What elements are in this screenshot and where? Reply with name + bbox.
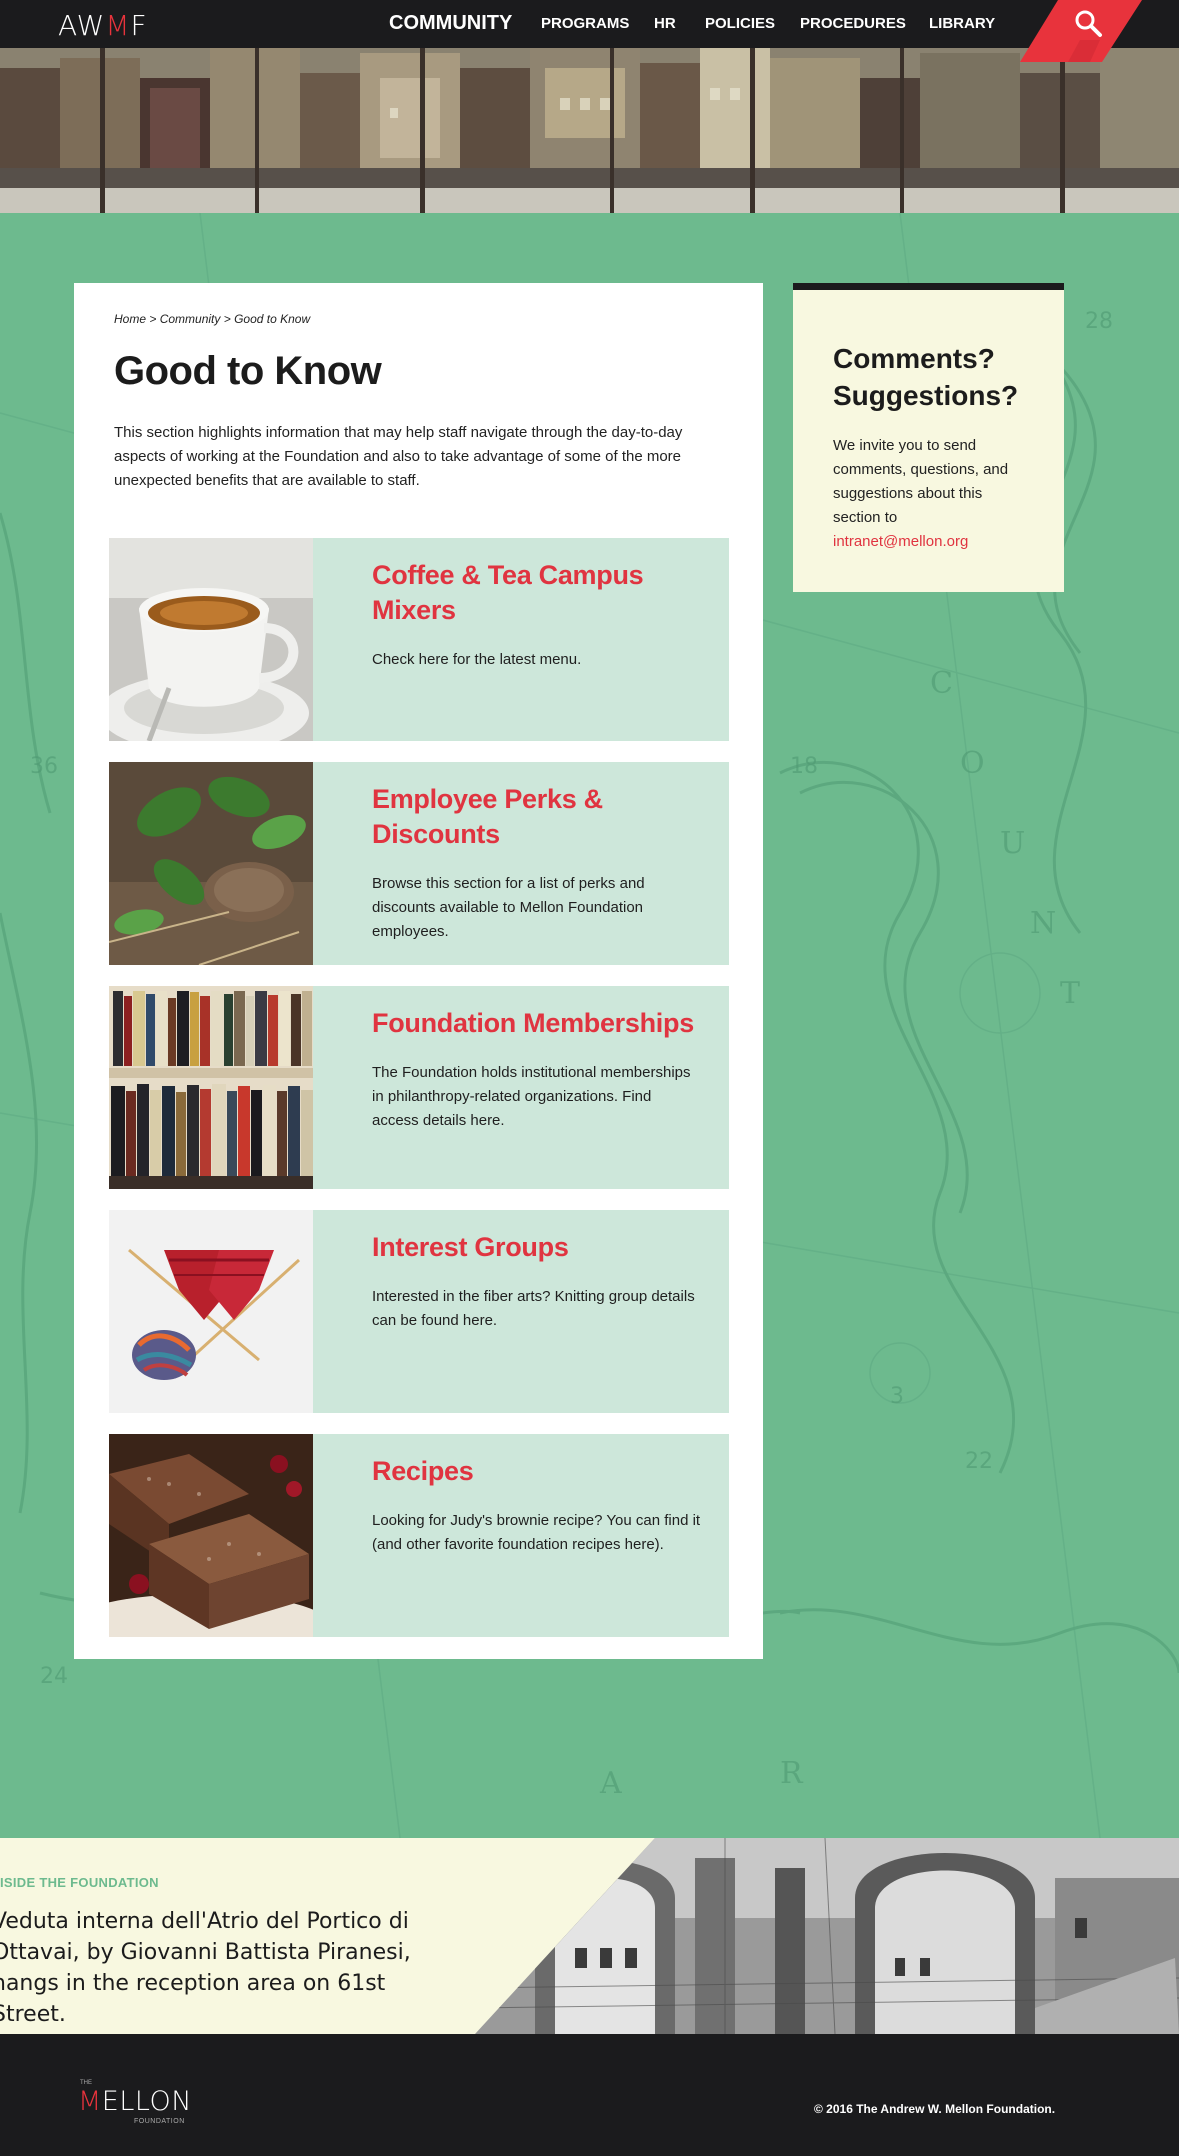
brownies-image [109,1434,313,1637]
item-title[interactable]: Foundation Memberships [372,1006,702,1041]
item-title[interactable]: Coffee & Tea Campus Mixers [372,558,702,628]
breadcrumb: Home > Community > Good to Know [114,312,310,326]
logo-sub: FOUNDATION [134,2118,185,2125]
sidebar-body: We invite you to send comments, question… [833,437,1009,526]
item-description: Browse this section for a list of perks … [372,875,645,940]
card-interest-groups[interactable]: Interest Groups Interested in the fiber … [109,1210,729,1413]
nav-policies[interactable]: POLICIES [705,0,775,48]
card-coffee-tea-mixers[interactable]: Coffee & Tea Campus Mixers Check here fo… [109,538,729,741]
search-button[interactable] [1020,0,1142,62]
footer: THE MELLON FOUNDATION © 2016 The Andrew … [0,2034,1179,2156]
mellon-foundation-logo[interactable]: THE MELLON FOUNDATION [78,2080,192,2125]
nav-procedures[interactable]: PROCEDURES [800,0,906,48]
item-description: Looking for Judy's brownie recipe? You c… [372,1512,701,1553]
breadcrumb-home[interactable]: Home [114,312,146,326]
piranesi-etching-image [475,1838,1179,2034]
svg-text:C: C [930,666,953,701]
item-title[interactable]: Interest Groups [372,1230,702,1265]
inside-the-foundation-band: ISIDE THE FOUNDATION Veduta interna dell… [0,1838,1179,2034]
nav-library[interactable]: LIBRARY [929,0,995,48]
item-description: The Foundation holds institutional membe… [372,1064,691,1129]
item-title[interactable]: Employee Perks & Discounts [372,782,702,852]
top-navigation-bar: AWMF COMMUNITY PROGRAMS HR POLICIES PROC… [0,0,1179,62]
card-foundation-memberships[interactable]: Foundation Memberships The Foundation ho… [109,986,729,1189]
item-description: Interested in the fiber arts? Knitting g… [372,1288,695,1329]
comments-sidebar: Comments? Suggestions? We invite you to … [793,283,1064,592]
bookshelf-image [109,986,313,1189]
card-employee-perks[interactable]: Employee Perks & Discounts Browse this s… [109,762,729,965]
svg-text:36: 36 [30,754,58,779]
svg-text:28: 28 [1085,309,1113,334]
inside-caption: Veduta interna dell'Atrio del Portico di… [0,1909,411,2027]
svg-text:A: A [599,1766,622,1801]
awmf-logo[interactable]: AWMF [58,9,148,42]
svg-text:18: 18 [790,754,818,779]
leaves-turtle-image [109,762,313,965]
card-recipes[interactable]: Recipes Looking for Judy's brownie recip… [109,1434,729,1637]
svg-text:3: 3 [890,1384,904,1409]
item-description: Check here for the latest menu. [372,651,582,668]
nav-programs[interactable]: PROGRAMS [541,0,629,48]
breadcrumb-separator: > [146,312,160,326]
intro-text: This section highlights information that… [114,424,683,489]
nav-hr[interactable]: HR [654,0,676,48]
knitting-image [109,1210,313,1413]
hero-painting-image [0,48,1179,213]
svg-text:N: N [1030,906,1056,941]
sidebar-text: We invite you to send comments, question… [833,434,1033,554]
svg-text:24: 24 [40,1664,68,1689]
page-title: Good to Know [114,349,382,393]
email-link[interactable]: intranet@mellon.org [833,533,968,550]
svg-text:U: U [1000,826,1025,861]
breadcrumb-current: Good to Know [234,312,311,326]
logo-word: MELLON [78,2086,192,2117]
breadcrumb-community[interactable]: Community [160,312,221,326]
svg-text:T: T [1060,976,1080,1011]
inside-kicker: ISIDE THE FOUNDATION [0,1875,159,1890]
coffee-cup-image [109,538,313,741]
svg-text:R: R [780,1756,804,1791]
content-card: Home > Community > Good to Know Good to … [74,283,763,1659]
copyright-text: © 2016 The Andrew W. Mellon Foundation. [814,2102,1056,2116]
sidebar-title: Comments? Suggestions? [833,343,1019,411]
svg-text:O: O [960,746,985,781]
nav-community[interactable]: COMMUNITY [389,0,512,48]
logo-the: THE [80,2080,92,2086]
svg-text:22: 22 [965,1449,993,1474]
item-title[interactable]: Recipes [372,1454,702,1489]
breadcrumb-separator: > [220,312,235,326]
